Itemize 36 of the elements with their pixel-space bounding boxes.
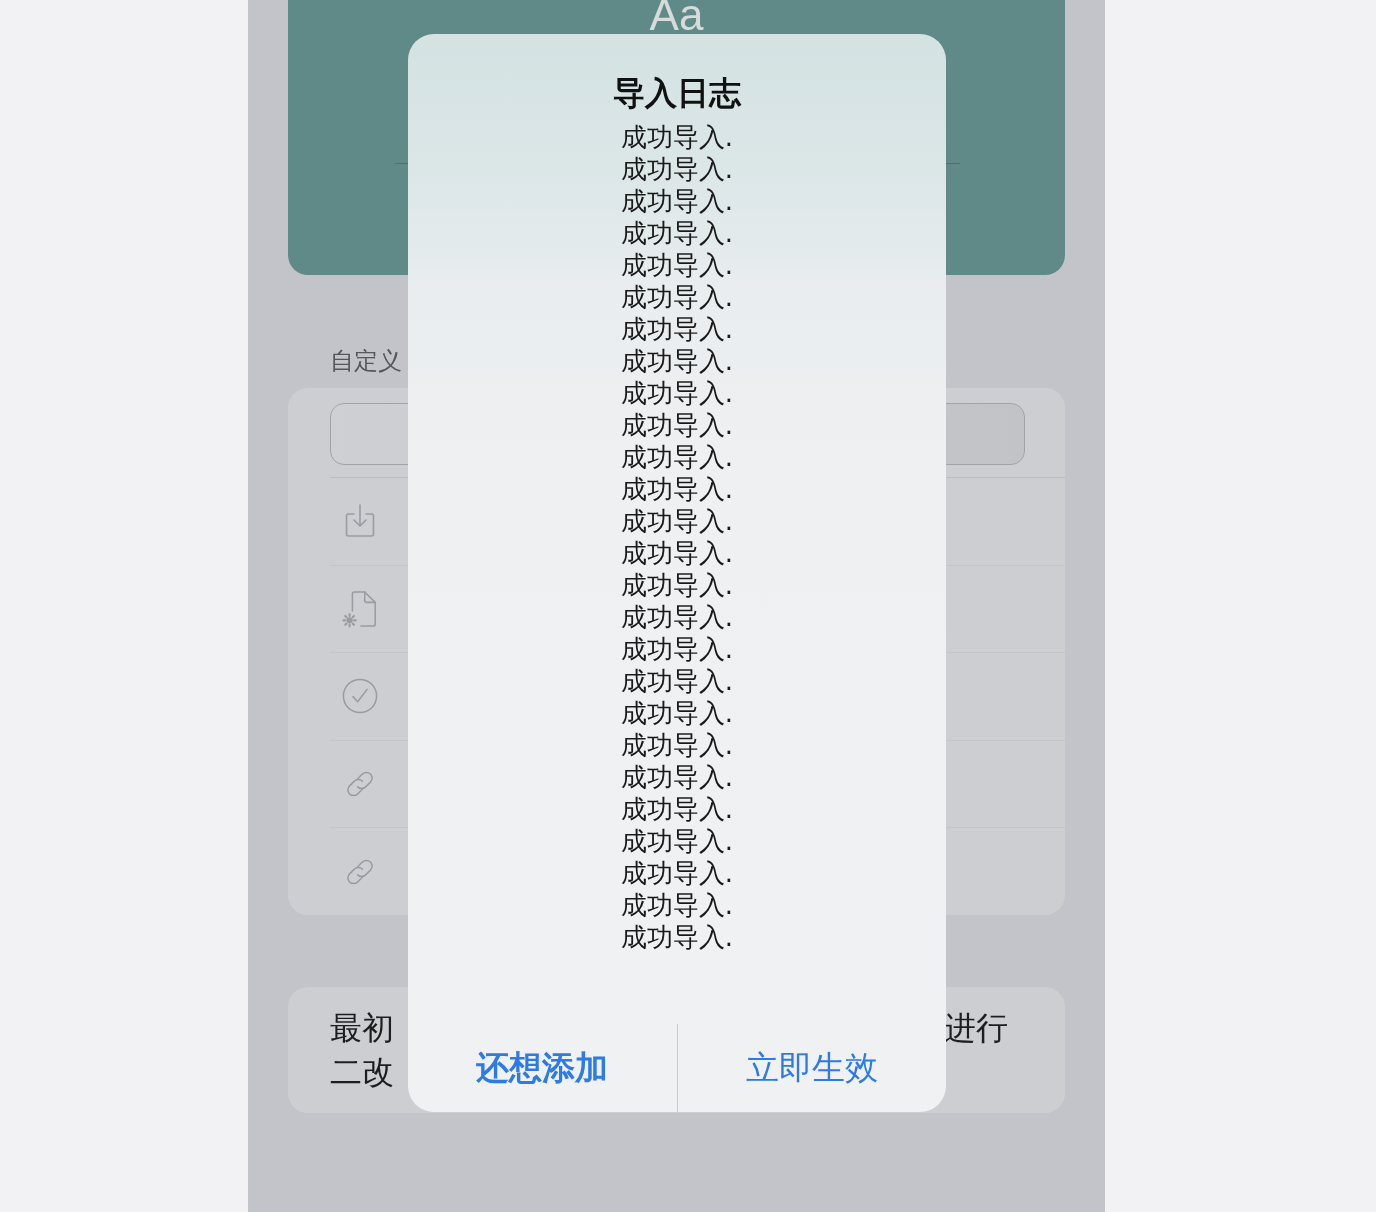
checkmark-circle-icon xyxy=(342,677,378,716)
log-line: 成功导入. xyxy=(620,505,734,537)
dialog-button[interactable]: 立即生效 xyxy=(677,1024,946,1112)
log-line: 成功导入. xyxy=(620,697,734,729)
log-line: 成功导入. xyxy=(620,121,734,153)
log-line: 成功导入. xyxy=(620,761,734,793)
log-line: 成功导入. xyxy=(620,889,734,921)
log-line: 成功导入. xyxy=(620,473,734,505)
log-line: 成功导入. xyxy=(620,313,734,345)
log-line: 成功导入. xyxy=(620,569,734,601)
notes-text: 二改 xyxy=(330,1052,394,1093)
notes-text: 最初 xyxy=(330,1008,394,1049)
log-line: 成功导入. xyxy=(620,665,734,697)
log-line: 成功导入. xyxy=(620,249,734,281)
log-line: 成功导入. xyxy=(620,601,734,633)
log-line: 成功导入. xyxy=(620,793,734,825)
log-line: 成功导入. xyxy=(620,217,734,249)
log-line: 成功导入. xyxy=(620,185,734,217)
log-line: 成功导入. xyxy=(620,441,734,473)
dialog-title: 导入日志 xyxy=(613,73,741,113)
font-sample-text: Aa xyxy=(649,0,704,30)
log-line: 成功导入. xyxy=(620,537,734,569)
log-line: 成功导入. xyxy=(620,857,734,889)
notes-text: 进行 xyxy=(944,1008,1008,1049)
document-gear-icon xyxy=(342,589,378,628)
log-line: 成功导入. xyxy=(620,633,734,665)
log-line: 成功导入. xyxy=(620,345,734,377)
log-line: 成功导入. xyxy=(620,729,734,761)
log-line: 成功导入. xyxy=(620,377,734,409)
log-line: 成功导入. xyxy=(620,153,734,185)
log-line: 成功导入. xyxy=(620,825,734,857)
log-line: 成功导入. xyxy=(620,281,734,313)
log-line: 成功导入. xyxy=(620,921,734,953)
dialog-button[interactable]: 还想添加 xyxy=(408,1024,677,1112)
section-label: 自定义 xyxy=(330,346,402,376)
log-line: 成功导入. xyxy=(620,409,734,441)
